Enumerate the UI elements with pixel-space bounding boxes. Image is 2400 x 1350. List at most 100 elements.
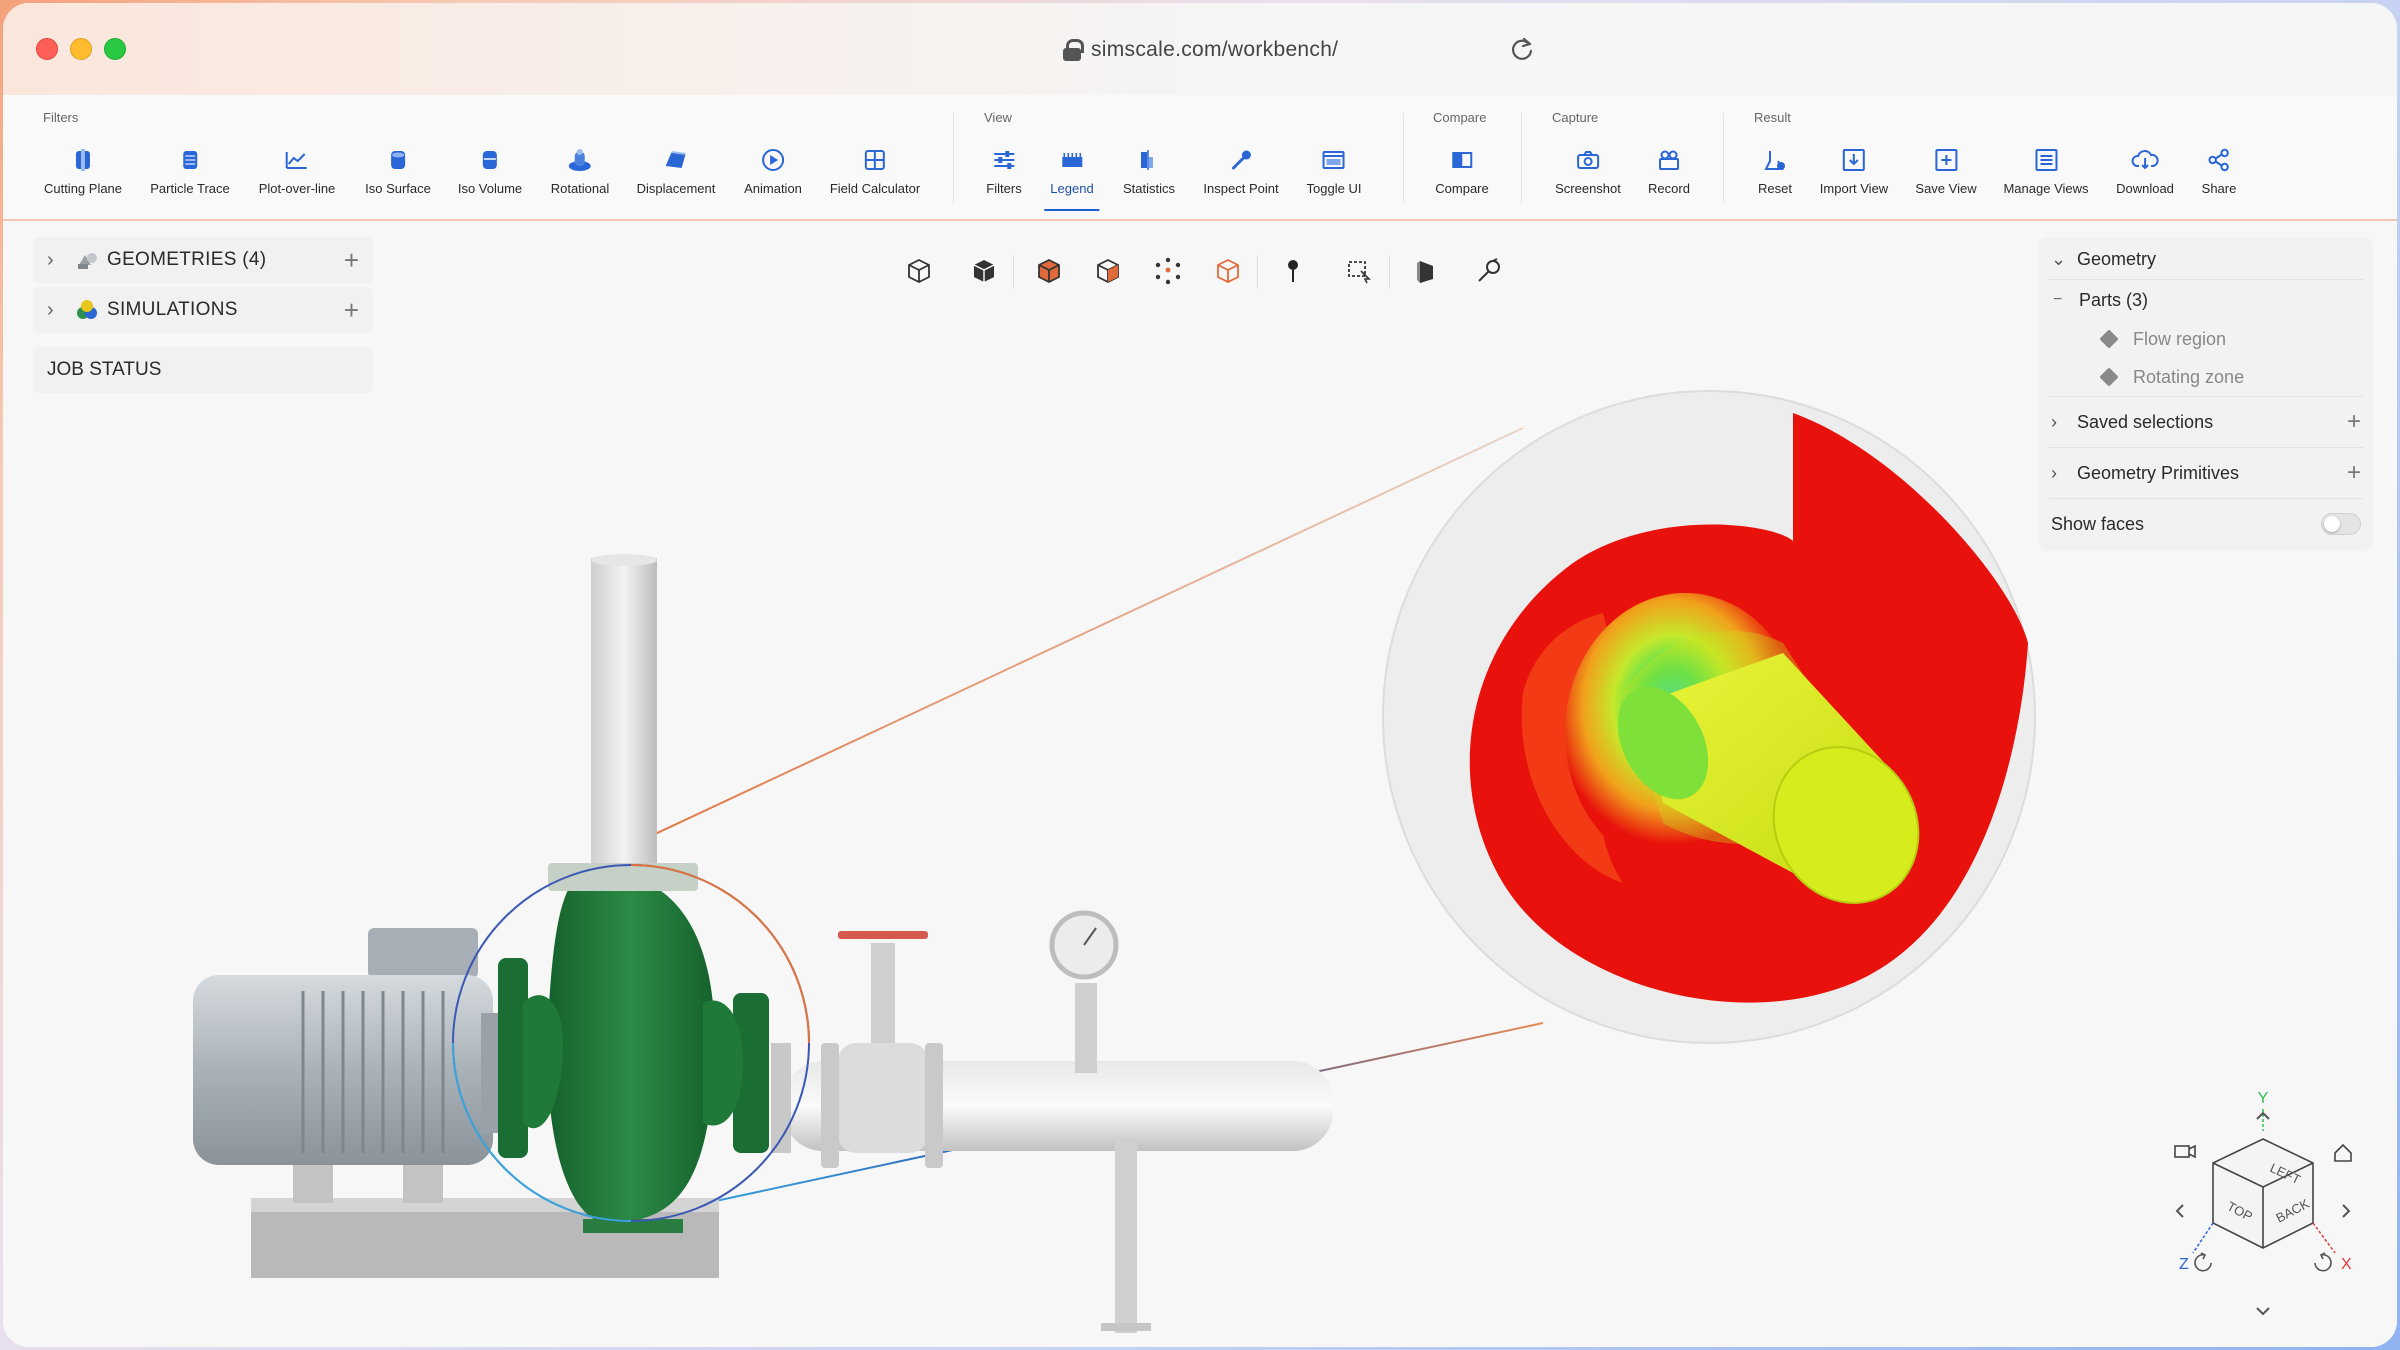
saved-selections-section[interactable]: › Saved selections + bbox=[2039, 397, 2373, 447]
chevron-right-icon[interactable]: › bbox=[47, 299, 75, 322]
cutting-plane-button[interactable]: Cutting Plane bbox=[44, 145, 122, 211]
main-toolbar: Filters View Compare Capture Result Cutt… bbox=[3, 95, 2397, 221]
add-simulation-button[interactable]: + bbox=[344, 295, 359, 326]
parts-tree-item[interactable]: − Parts (3) bbox=[2039, 280, 2373, 320]
box-select-icon bbox=[1348, 261, 1371, 284]
add-saved-selection-button[interactable]: + bbox=[2347, 408, 2361, 436]
geometry-tree-header[interactable]: ⌄ Geometry bbox=[2039, 239, 2373, 279]
group-label-filters: Filters bbox=[43, 110, 79, 125]
home-icon[interactable] bbox=[2334, 1143, 2352, 1162]
toolbar-divider bbox=[953, 113, 954, 203]
cube-volume-icon bbox=[1038, 258, 1060, 284]
share-button[interactable]: Share bbox=[2202, 145, 2236, 211]
axis-y-label: Y bbox=[2258, 1090, 2269, 1107]
box-select-button[interactable] bbox=[1339, 251, 1379, 291]
camera-icon bbox=[1576, 151, 1599, 169]
job-status-section[interactable]: JOB STATUS bbox=[33, 347, 373, 393]
camera-icon[interactable] bbox=[2174, 1144, 2196, 1159]
section-cube-icon bbox=[1417, 261, 1433, 283]
share-icon bbox=[2208, 148, 2230, 172]
cloud-download-icon bbox=[2131, 150, 2159, 170]
screenshot-button[interactable]: Screenshot bbox=[1555, 145, 1621, 211]
sliders-icon bbox=[993, 151, 1014, 169]
group-label-compare: Compare bbox=[1433, 110, 1487, 125]
show-faces-toggle[interactable] bbox=[2321, 513, 2361, 535]
statistics-icon bbox=[1140, 150, 1153, 170]
rotate-cw-icon[interactable] bbox=[2314, 1252, 2332, 1272]
legend-button[interactable]: Legend bbox=[1044, 145, 1101, 211]
group-label-result: Result bbox=[1754, 110, 1791, 125]
import-view-button[interactable]: Import View bbox=[1820, 145, 1888, 211]
pipette-icon bbox=[1231, 150, 1251, 170]
group-label-view: View bbox=[984, 110, 1012, 125]
animation-button[interactable]: Animation bbox=[744, 145, 802, 211]
show-faces-row: Show faces bbox=[2039, 499, 2373, 549]
rotate-ccw-icon[interactable] bbox=[2194, 1252, 2212, 1272]
lock-icon bbox=[1063, 39, 1084, 61]
field-calculator-button[interactable]: Field Calculator bbox=[830, 145, 920, 211]
close-window-button[interactable] bbox=[36, 38, 58, 60]
reset-button[interactable]: Reset bbox=[1758, 145, 1792, 211]
displacement-button[interactable]: Displacement bbox=[637, 145, 715, 211]
reset-icon bbox=[1764, 151, 1785, 170]
rotational-icon bbox=[568, 149, 591, 171]
rotational-button[interactable]: Rotational bbox=[551, 145, 609, 211]
particle-trace-icon bbox=[182, 151, 197, 169]
displacement-icon bbox=[665, 151, 687, 168]
maximize-window-button[interactable] bbox=[104, 38, 126, 60]
download-button[interactable]: Download bbox=[2116, 145, 2174, 211]
rotate-left-icon[interactable] bbox=[2175, 1204, 2184, 1218]
select-volume-button[interactable] bbox=[1029, 251, 1069, 291]
address-bar[interactable]: simscale.com/workbench/ bbox=[1063, 33, 1338, 67]
film-camera-icon bbox=[1658, 150, 1679, 170]
chevron-down-icon[interactable]: ⌄ bbox=[2051, 249, 2077, 270]
rotate-down-icon[interactable] bbox=[2256, 1307, 2270, 1316]
cutting-plane-icon bbox=[76, 149, 90, 171]
reload-icon[interactable] bbox=[1509, 36, 1535, 62]
collapse-icon[interactable]: − bbox=[2053, 291, 2079, 309]
section-view-button[interactable] bbox=[1405, 251, 1445, 291]
view-wireframe-button[interactable] bbox=[899, 251, 939, 291]
part-item[interactable]: Flow region bbox=[2039, 320, 2373, 358]
manage-views-button[interactable]: Manage Views bbox=[2003, 145, 2089, 211]
iso-volume-icon bbox=[482, 151, 497, 169]
chevron-right-icon[interactable]: › bbox=[2051, 412, 2077, 433]
part-cube-icon bbox=[2099, 329, 2119, 349]
line-chart-icon bbox=[286, 152, 307, 169]
filters-button[interactable]: Filters bbox=[986, 145, 1022, 211]
iso-volume-button[interactable]: Iso Volume bbox=[458, 145, 522, 211]
compare-button[interactable]: Compare bbox=[1435, 145, 1489, 211]
select-edge-button[interactable] bbox=[1208, 251, 1248, 291]
pin-point-button[interactable] bbox=[1273, 251, 1313, 291]
inspect-point-button[interactable]: Inspect Point bbox=[1203, 145, 1279, 211]
select-node-button[interactable] bbox=[1148, 251, 1188, 291]
statistics-button[interactable]: Statistics bbox=[1123, 145, 1175, 211]
select-face-button[interactable] bbox=[1088, 251, 1128, 291]
record-button[interactable]: Record bbox=[1648, 145, 1690, 211]
geometry-primitives-section[interactable]: › Geometry Primitives + bbox=[2039, 448, 2373, 498]
url-text: simscale.com/workbench/ bbox=[1091, 38, 1339, 61]
cube-solid-icon bbox=[973, 260, 995, 282]
add-geometry-primitive-button[interactable]: + bbox=[2347, 459, 2361, 487]
chevron-right-icon[interactable]: › bbox=[2051, 463, 2077, 484]
navigation-cube[interactable]: Y LEFT TOP BACK Z X bbox=[2153, 1083, 2373, 1343]
plot-over-line-button[interactable]: Plot-over-line bbox=[259, 145, 335, 211]
3d-viewport[interactable]: › GEOMETRIES (4) + › SIMULATIONS + JOB S… bbox=[3, 223, 2397, 1347]
save-view-button[interactable]: Save View bbox=[1915, 145, 1977, 211]
iso-surface-button[interactable]: Iso Surface bbox=[365, 145, 431, 211]
particle-trace-button[interactable]: Particle Trace bbox=[150, 145, 230, 211]
axis-z-label: Z bbox=[2179, 1256, 2189, 1273]
cube-face-icon bbox=[1097, 258, 1119, 284]
pin-icon bbox=[1288, 260, 1298, 282]
minimize-window-button[interactable] bbox=[70, 38, 92, 60]
view-tools bbox=[3, 251, 2397, 295]
measure-tool-button[interactable] bbox=[1469, 251, 1509, 291]
measure-icon bbox=[1478, 258, 1500, 282]
right-panel: ⌄ Geometry − Parts (3) Flow region Rotat… bbox=[2039, 237, 2373, 551]
cube-outline-icon bbox=[908, 258, 930, 284]
rotate-right-icon[interactable] bbox=[2342, 1204, 2351, 1218]
compare-icon bbox=[1452, 152, 1472, 168]
view-solid-button[interactable] bbox=[964, 251, 1004, 291]
toggle-ui-button[interactable]: Toggle UI bbox=[1307, 145, 1361, 211]
part-item[interactable]: Rotating zone bbox=[2039, 358, 2373, 396]
